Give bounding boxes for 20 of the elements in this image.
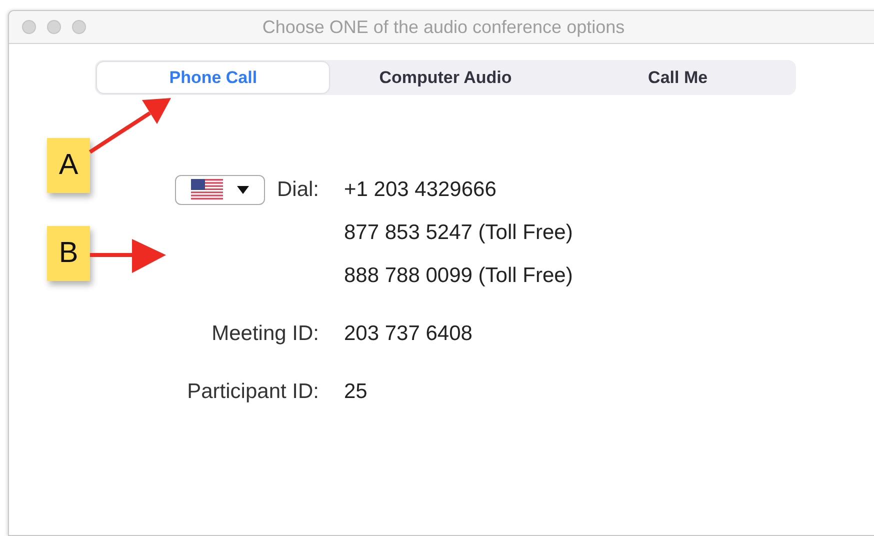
- country-dropdown[interactable]: [174, 175, 265, 205]
- caret-icon: [236, 186, 249, 194]
- field-value: 203 737 6408: [344, 321, 474, 347]
- tab[interactable]: Computer Audio: [329, 62, 562, 93]
- field-label: Meeting ID:: [210, 321, 319, 347]
- tab[interactable]: Call Me: [562, 62, 794, 93]
- minimize-icon[interactable]: [47, 20, 61, 34]
- callout-label: B: [47, 226, 90, 281]
- field-label: Participant ID:: [186, 379, 319, 405]
- callout-label: A: [47, 138, 90, 193]
- phone-number: +1 203 4329666: [344, 177, 498, 203]
- dial-label: Dial:: [276, 178, 319, 202]
- window-title: Choose ONE of the audio conference options: [261, 16, 626, 38]
- zoom-icon[interactable]: [72, 20, 86, 34]
- phone-number: 877 853 5247 (Toll Free): [344, 220, 574, 246]
- tab[interactable]: Phone Call: [97, 62, 330, 93]
- field-value: 25: [344, 379, 368, 405]
- flag-icon: [190, 179, 223, 201]
- phone-number: 888 788 0099 (Toll Free): [344, 263, 574, 289]
- close-icon[interactable]: [22, 20, 36, 34]
